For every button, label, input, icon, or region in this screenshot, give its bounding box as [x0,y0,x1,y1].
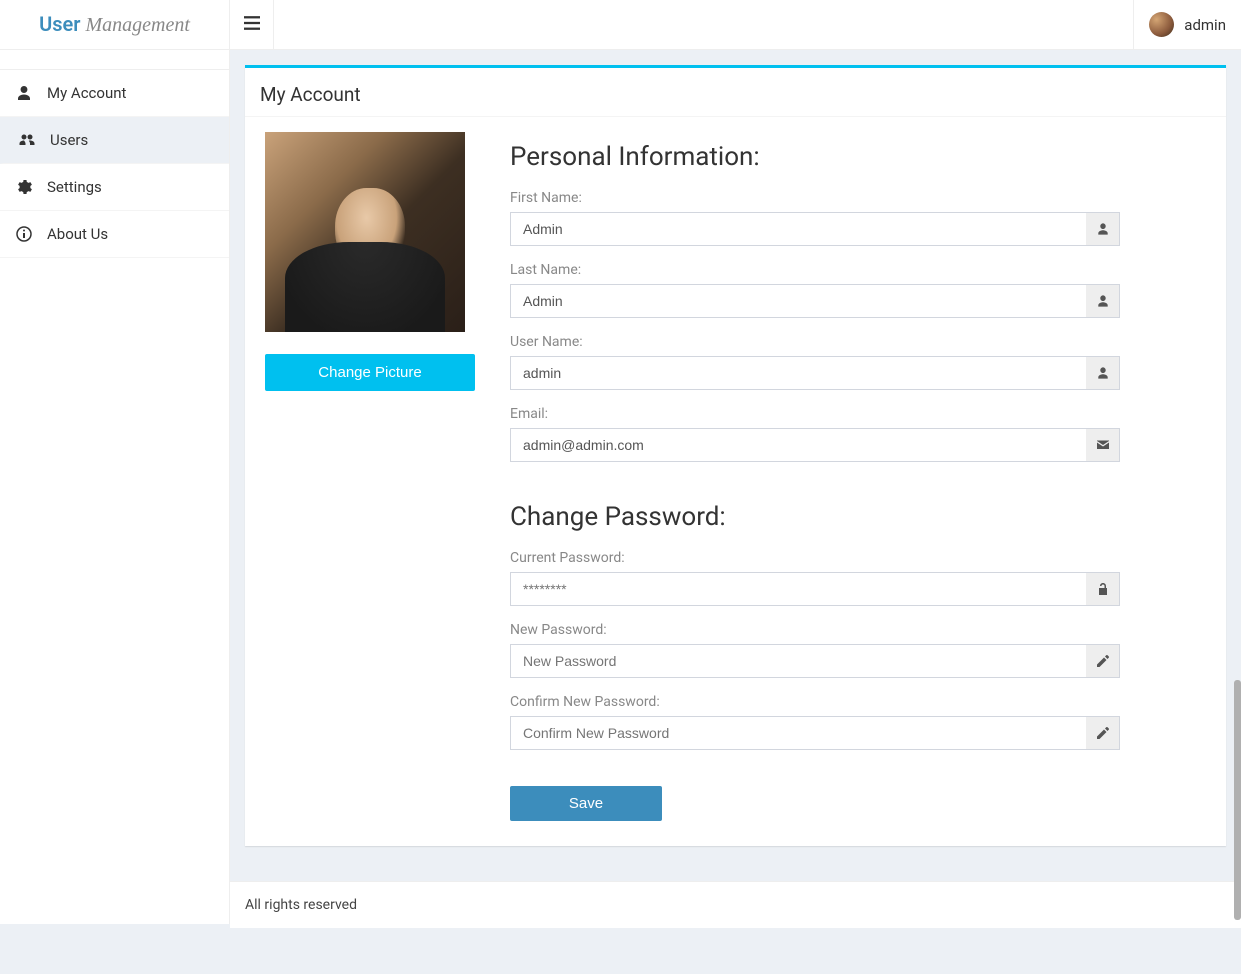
current-password-group: Current Password: [510,550,1120,606]
users-icon [18,132,36,148]
user-avatar-small [1149,12,1174,37]
email-group: Email: [510,406,1120,462]
user-menu-name: admin [1184,16,1226,34]
new-password-label: New Password: [510,622,1120,638]
content-wrapper: My Account Change Picture Personal Infor… [230,50,1241,881]
last-name-group: Last Name: [510,262,1120,318]
email-label: Email: [510,406,1120,422]
user-icon [1086,212,1120,246]
sidebar: My Account Users Settings About Us [0,50,230,924]
info-icon [15,226,33,242]
first-name-group: First Name: [510,190,1120,246]
box-body: Change Picture Personal Information: Fir… [245,117,1226,846]
change-password-heading: Change Password: [510,502,1120,532]
new-password-input[interactable] [510,644,1120,678]
user-name-group: User Name: [510,334,1120,390]
first-name-label: First Name: [510,190,1120,206]
sidebar-item-label: Users [50,131,88,149]
pencil-icon [1086,644,1120,678]
change-picture-button[interactable]: Change Picture [265,354,475,391]
app-logo[interactable]: User Management [0,0,230,50]
input-wrap [510,428,1120,462]
form-column: Personal Information: First Name: Last N… [510,132,1120,821]
current-password-input[interactable] [510,572,1120,606]
input-wrap [510,356,1120,390]
confirm-password-input[interactable] [510,716,1120,750]
logo-mgmt-part: Management [80,14,189,36]
email-input[interactable] [510,428,1120,462]
sidebar-item-label: About Us [47,225,108,243]
sidebar-spacer [0,50,229,70]
scrollbar-track[interactable] [1233,50,1241,924]
sidebar-item-settings[interactable]: Settings [0,164,229,211]
my-account-box: My Account Change Picture Personal Infor… [245,65,1226,846]
gear-icon [15,179,33,195]
profile-picture-column: Change Picture [265,132,475,821]
first-name-input[interactable] [510,212,1120,246]
confirm-password-label: Confirm New Password: [510,694,1120,710]
sidebar-item-users[interactable]: Users [0,117,229,164]
page-title: My Account [260,83,1211,106]
unlock-icon [1086,572,1120,606]
sidebar-item-about-us[interactable]: About Us [0,211,229,258]
user-name-input[interactable] [510,356,1120,390]
envelope-icon [1086,428,1120,462]
sidebar-item-label: My Account [47,84,126,102]
last-name-input[interactable] [510,284,1120,318]
profile-picture [265,132,465,332]
save-button[interactable]: Save [510,786,662,821]
user-icon [1086,356,1120,390]
last-name-label: Last Name: [510,262,1120,278]
new-password-group: New Password: [510,622,1120,678]
user-name-label: User Name: [510,334,1120,350]
footer-text: All rights reserved [245,897,357,913]
current-password-label: Current Password: [510,550,1120,566]
pencil-icon [1086,716,1120,750]
user-menu[interactable]: admin [1133,0,1241,50]
box-header: My Account [245,68,1226,117]
hamburger-icon [244,15,260,35]
input-wrap [510,716,1120,750]
user-icon [1086,284,1120,318]
input-wrap [510,284,1120,318]
personal-info-heading: Personal Information: [510,142,1120,172]
top-header: User Management admin [0,0,1241,50]
input-wrap [510,572,1120,606]
logo-user-part: User [39,12,80,36]
footer: All rights reserved [230,881,1241,928]
input-wrap [510,212,1120,246]
sidebar-item-my-account[interactable]: My Account [0,70,229,117]
scrollbar-thumb[interactable] [1234,680,1241,920]
sidebar-toggle-button[interactable] [230,0,274,50]
input-wrap [510,644,1120,678]
sidebar-item-label: Settings [47,178,102,196]
confirm-password-group: Confirm New Password: [510,694,1120,750]
user-icon [15,85,33,101]
logo-text: User Management [39,12,190,37]
